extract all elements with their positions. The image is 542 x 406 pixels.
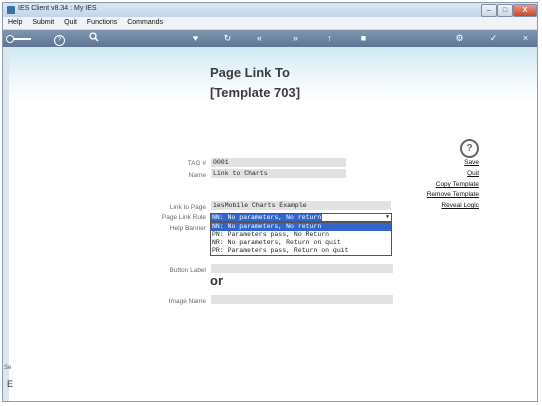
image-name-field[interactable] [211, 295, 393, 304]
help-icon[interactable]: ? [53, 32, 66, 46]
name-field[interactable]: Link to Charts [211, 169, 346, 178]
rewind-icon[interactable]: « [253, 32, 266, 45]
menu-quit[interactable]: Quit [61, 17, 80, 29]
settings-icon[interactable]: ⚙ [453, 32, 466, 45]
close-window-button[interactable]: X [513, 4, 537, 17]
upload-icon[interactable]: ↑ [323, 32, 336, 45]
or-separator: or [210, 273, 223, 288]
rule-option-nn[interactable]: NN: No parameters, No return [211, 223, 391, 231]
menu-commands[interactable]: Commands [124, 17, 166, 29]
rule-option-nr[interactable]: NR: No parameters, Return on quit [211, 239, 391, 247]
sidebar-text: Se [4, 365, 12, 371]
tag-field[interactable]: 0001 [211, 158, 346, 167]
page-link-rule-value: NN: No parameters, No return [211, 214, 323, 221]
help-banner-label: Help Banner [169, 225, 206, 232]
menu-submit[interactable]: Submit [29, 17, 57, 29]
refresh-icon[interactable]: ↻ [221, 32, 234, 45]
page-title: Page Link To [210, 65, 290, 80]
help-icon[interactable]: ? [460, 139, 479, 158]
toolbar: ? ♥ ↻ « » ↑ ■ ⚙ ✓ × [3, 30, 537, 47]
key-icon[interactable] [6, 35, 31, 43]
check-icon[interactable]: ✓ [487, 32, 500, 45]
page-subtitle: [Template 703] [210, 85, 301, 100]
remove-template-link[interactable]: Remove Template [427, 191, 479, 198]
button-label-label: Button Label [169, 267, 206, 274]
heart-icon[interactable]: ♥ [189, 32, 202, 45]
window-title: IES Client v8.34 : My IES [18, 5, 97, 12]
reveal-logic-link[interactable]: Reveal Logic [441, 202, 479, 209]
app-icon [7, 6, 15, 14]
title-bar: IES Client v8.34 : My IES – □ X [3, 3, 537, 17]
sidebar-big-letter: E [7, 379, 14, 389]
name-label: Name [188, 172, 206, 179]
image-name-label: Image Name [168, 298, 206, 305]
left-strip [3, 47, 9, 401]
link-to-page-field[interactable]: iesMobile Charts Example [211, 201, 391, 210]
menu-bar: Help Submit Quit Functions Commands [3, 17, 537, 30]
content-area: Se E Page Link To [Template 703] TAG # 0… [3, 47, 537, 401]
button-label-field[interactable] [211, 264, 393, 273]
copy-template-link[interactable]: Copy Template [436, 181, 479, 188]
menu-functions[interactable]: Functions [84, 17, 120, 29]
stop-icon[interactable]: ■ [357, 32, 370, 45]
minimize-button[interactable]: – [481, 4, 497, 17]
rule-option-pr[interactable]: PR: Parameters pass, Return on quit [211, 247, 391, 255]
app-window: IES Client v8.34 : My IES – □ X Help Sub… [2, 2, 538, 402]
page-link-rule-select[interactable]: NN: No parameters, No return ▼ [210, 213, 392, 222]
chevron-down-icon[interactable]: ▼ [386, 214, 389, 221]
rule-option-pn[interactable]: PN: Parameters pass, No Return [211, 231, 391, 239]
save-link[interactable]: Save [464, 159, 479, 166]
close-icon[interactable]: × [519, 32, 532, 45]
link-to-page-label: Link to Page [169, 204, 206, 211]
page-link-rule-label: Page Link Rule [161, 214, 206, 221]
forward-icon[interactable]: » [289, 32, 302, 45]
menu-help[interactable]: Help [5, 17, 25, 29]
quit-link[interactable]: Quit [467, 170, 479, 177]
tag-label: TAG # [187, 160, 206, 167]
maximize-button[interactable]: □ [497, 4, 513, 17]
page-link-rule-dropdown: NN: No parameters, No return PN: Paramet… [210, 222, 392, 256]
search-icon[interactable] [87, 32, 100, 45]
